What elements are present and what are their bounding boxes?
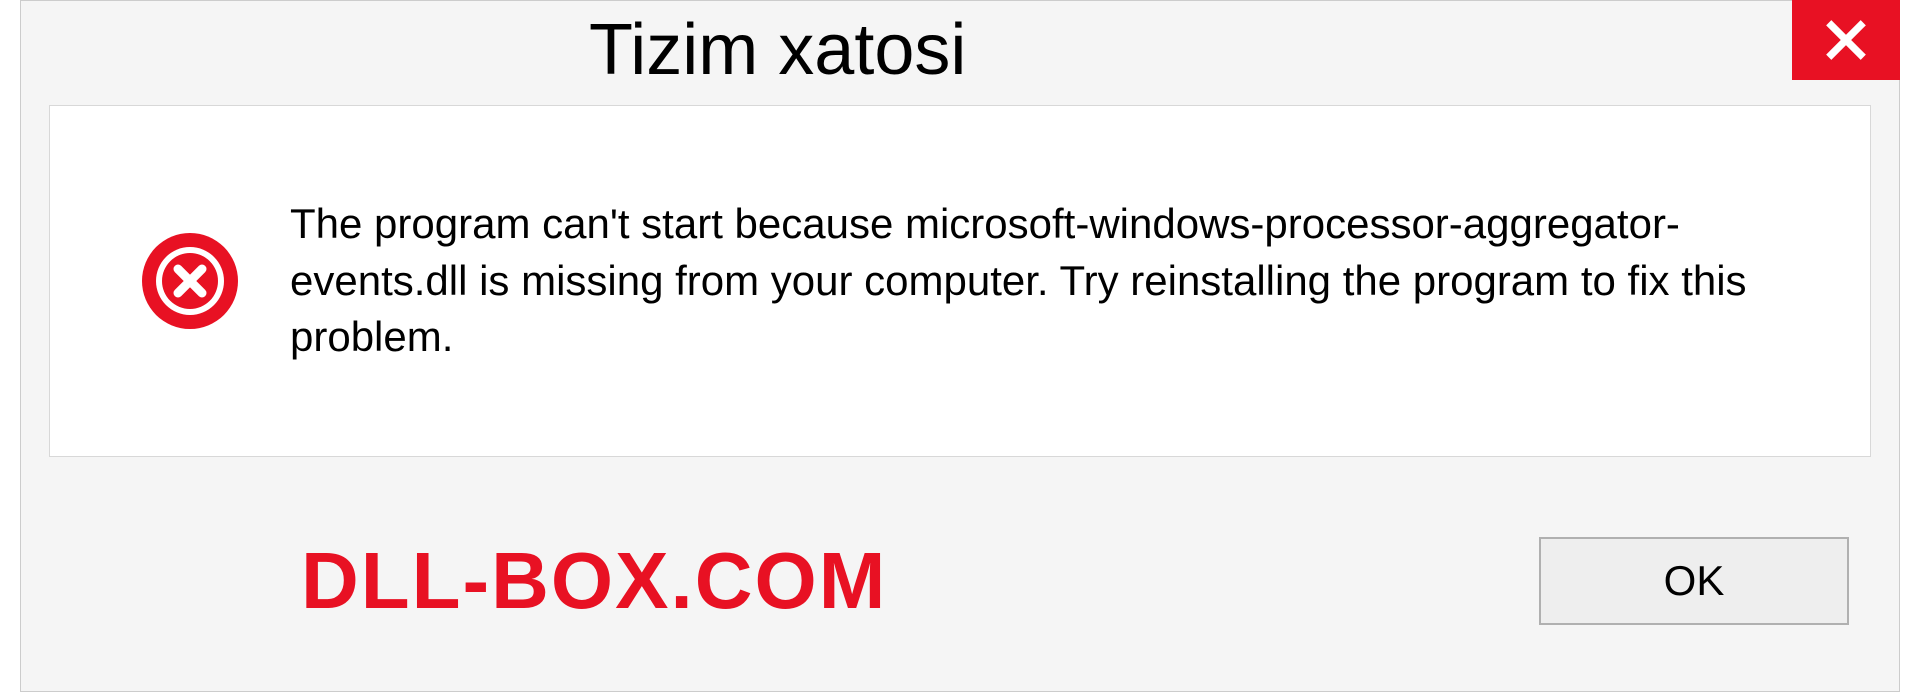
dialog-title: Tizim xatosi (589, 9, 966, 91)
bottom-bar: DLL-BOX.COM OK (21, 491, 1899, 691)
content-box: The program can't start because microsof… (49, 105, 1871, 457)
close-button[interactable] (1792, 0, 1900, 80)
error-dialog: Tizim xatosi The program can't start bec… (20, 0, 1900, 692)
title-bar: Tizim xatosi (21, 1, 1899, 101)
ok-button[interactable]: OK (1539, 537, 1849, 625)
error-message: The program can't start because microsof… (290, 196, 1830, 366)
watermark-text: DLL-BOX.COM (301, 535, 887, 627)
close-icon (1824, 18, 1868, 62)
error-icon (140, 231, 240, 331)
